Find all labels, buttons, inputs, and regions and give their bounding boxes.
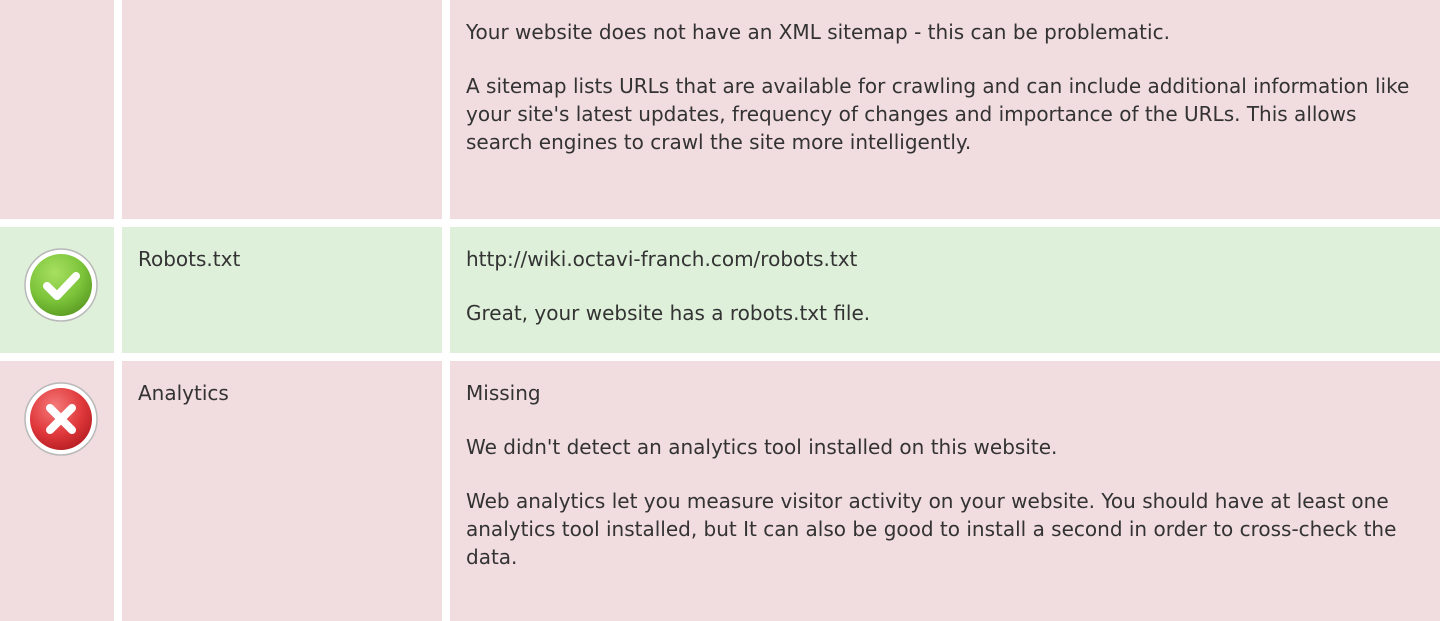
analytics-status-text: We didn't detect an analytics tool insta… xyxy=(466,435,1058,459)
analytics-description: Web analytics let you measure visitor ac… xyxy=(466,489,1397,569)
label-cell: Analytics xyxy=(122,361,442,621)
robots-url: http://wiki.octavi-franch.com/robots.txt xyxy=(466,247,858,271)
content-cell: http://wiki.octavi-franch.com/robots.txt… xyxy=(450,227,1440,353)
sitemap-description: A sitemap lists URLs that are available … xyxy=(466,74,1410,154)
status-cell xyxy=(0,227,114,353)
check-circle-icon xyxy=(23,247,99,323)
label-cell xyxy=(122,0,442,219)
seo-report-table: Your website does not have an XML sitema… xyxy=(0,0,1448,621)
error-x-circle-icon xyxy=(23,381,99,457)
status-cell xyxy=(0,361,114,621)
analytics-status-value: Missing xyxy=(466,381,541,405)
report-row-analytics: Analytics Missing We didn't detect an an… xyxy=(0,361,1448,621)
content-cell: Missing We didn't detect an analytics to… xyxy=(450,361,1440,621)
row-label-robots: Robots.txt xyxy=(138,247,241,271)
robots-status-text: Great, your website has a robots.txt fil… xyxy=(466,301,871,325)
sitemap-status-text: Your website does not have an XML sitema… xyxy=(466,20,1170,44)
report-row-robots: Robots.txt http://wiki.octavi-franch.com… xyxy=(0,227,1448,353)
row-label-analytics: Analytics xyxy=(138,381,229,405)
status-cell xyxy=(0,0,114,219)
report-row-sitemap: Your website does not have an XML sitema… xyxy=(0,0,1448,219)
label-cell: Robots.txt xyxy=(122,227,442,353)
content-cell: Your website does not have an XML sitema… xyxy=(450,0,1440,219)
